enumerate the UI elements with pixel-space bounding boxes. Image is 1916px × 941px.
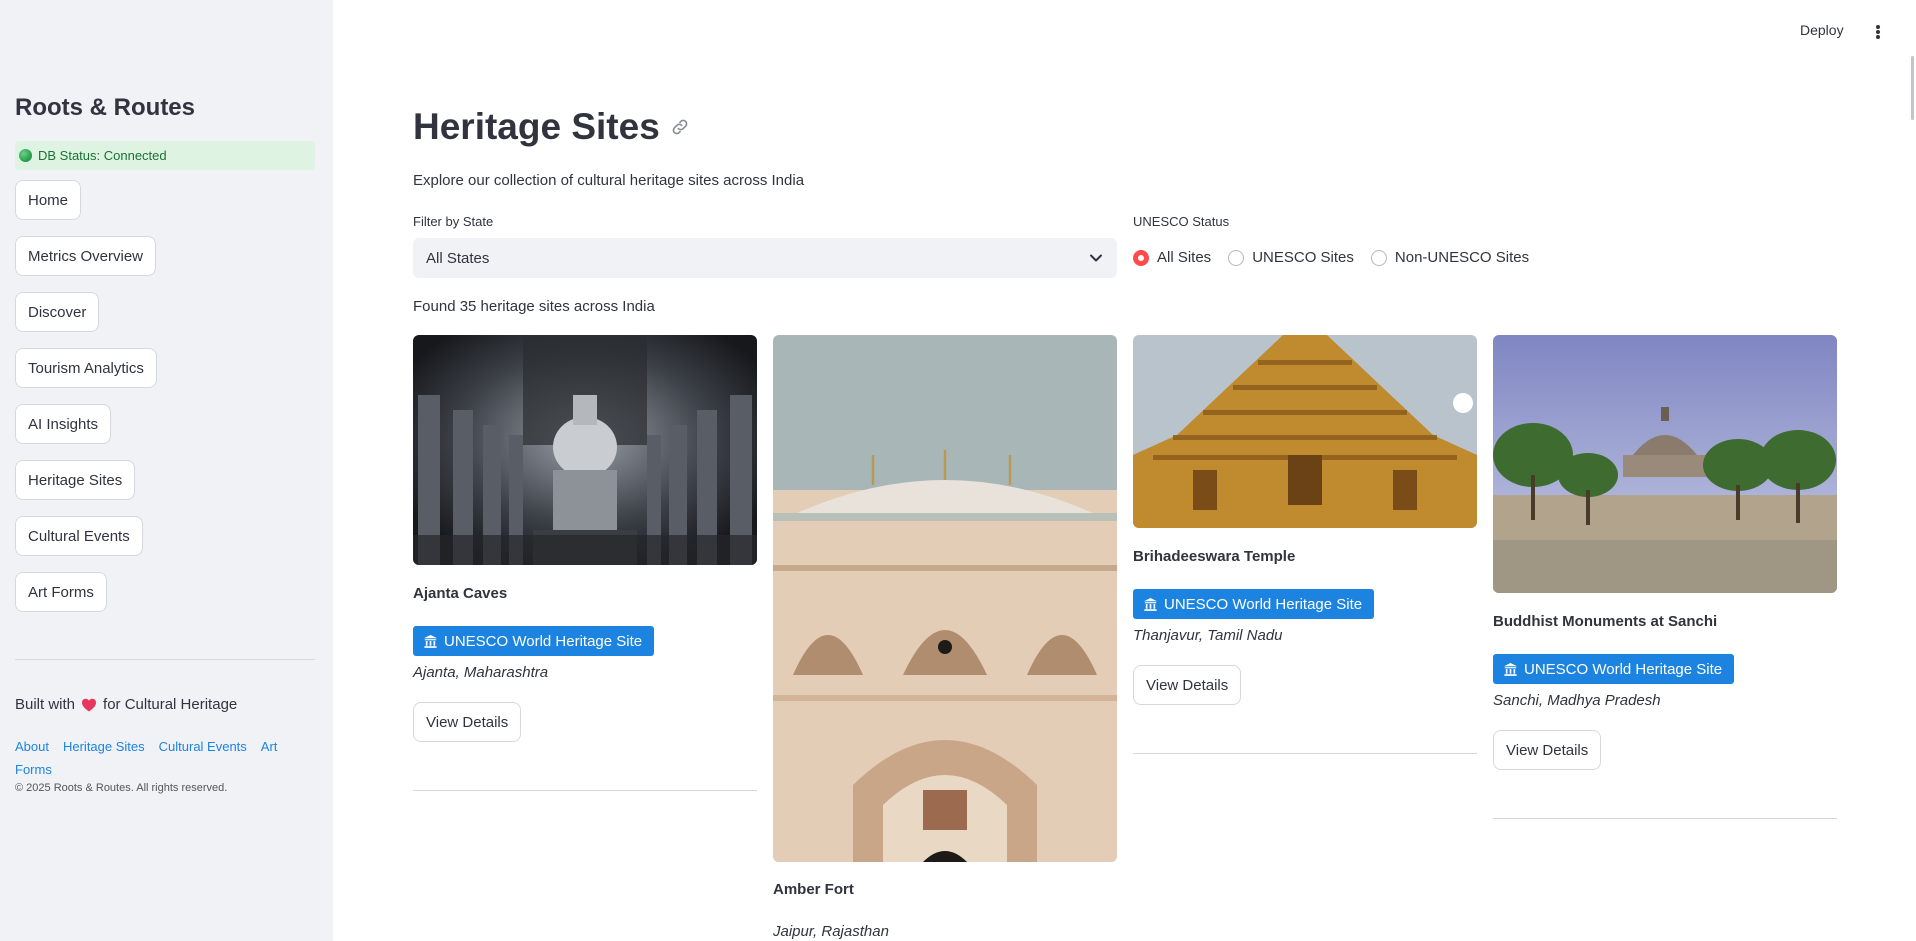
nav-heritage-sites-button[interactable]: Heritage Sites — [15, 460, 136, 500]
radio-dot — [1133, 249, 1149, 266]
link-icon[interactable] — [670, 117, 690, 137]
deploy-button[interactable]: Deploy — [1800, 22, 1844, 38]
site-location: Jaipur, Rajasthan — [773, 923, 889, 940]
unesco-badge: UNESCO World Heritage Site — [1493, 654, 1735, 684]
nav-discover-button[interactable]: Discover — [15, 292, 100, 332]
unesco-badge-text: UNESCO World Heritage Site — [1164, 595, 1363, 613]
sidebar: Roots & Routes DB Status: Connected Home… — [0, 0, 333, 941]
built-with-text: Built with for Cultural Heritage — [15, 696, 237, 713]
card-divider — [1493, 818, 1837, 819]
page-subtitle: Explore our collection of cultural herit… — [413, 172, 805, 189]
site-name: Amber Fort — [773, 881, 854, 898]
radio-label: All Sites — [1157, 249, 1212, 266]
db-status-banner: DB Status: Connected — [15, 141, 315, 170]
copyright-text: © 2025 Roots & Routes. All rights reserv… — [15, 782, 228, 794]
card-divider — [413, 790, 757, 791]
scrollbar-thumb[interactable] — [1911, 56, 1914, 120]
radio-dot — [1228, 249, 1245, 266]
nav-tourism-analytics-button[interactable]: Tourism Analytics — [15, 348, 157, 388]
nav-cultural-events-button[interactable]: Cultural Events — [15, 516, 143, 556]
chevron-down-icon — [1090, 254, 1102, 262]
nav-home-button[interactable]: Home — [15, 180, 82, 220]
unesco-badge: UNESCO World Heritage Site — [1133, 589, 1375, 619]
radio-unesco-sites[interactable]: UNESCO Sites — [1228, 249, 1354, 266]
footer-link-cultural-events[interactable]: Cultural Events — [159, 739, 247, 754]
site-location: Sanchi, Madhya Pradesh — [1493, 692, 1661, 709]
footer-link-heritage-sites[interactable]: Heritage Sites — [63, 739, 145, 754]
site-location: Ajanta, Maharashtra — [413, 664, 549, 681]
db-status-text: DB Status: Connected — [38, 148, 167, 163]
footer-link-about[interactable]: About — [15, 739, 49, 754]
radio-label: Non-UNESCO Sites — [1394, 249, 1530, 266]
nav-art-forms-button[interactable]: Art Forms — [15, 572, 107, 612]
page-title: Heritage Sites — [413, 106, 690, 148]
sanchi-monuments-image — [1493, 335, 1837, 593]
card-divider — [1133, 753, 1477, 754]
classical-building-icon — [1143, 597, 1158, 611]
green-circle-icon — [19, 149, 32, 162]
view-details-button[interactable]: View Details — [413, 702, 522, 742]
built-with-suffix: for Cultural Heritage — [103, 696, 238, 713]
filter-state-label: Filter by State — [413, 214, 494, 229]
results-count-text: Found 35 heritage sites across India — [413, 298, 655, 315]
nav-metrics-overview-button[interactable]: Metrics Overview — [15, 236, 157, 276]
view-details-button[interactable]: View Details — [1133, 665, 1242, 705]
amber-fort-image — [773, 335, 1117, 862]
unesco-badge-text: UNESCO World Heritage Site — [444, 632, 643, 650]
site-name: Ajanta Caves — [413, 585, 508, 602]
radio-label: UNESCO Sites — [1252, 249, 1354, 266]
brihadeeswara-temple-image — [1133, 335, 1477, 528]
nav-ai-insights-button[interactable]: AI Insights — [15, 404, 112, 444]
classical-building-icon — [423, 634, 438, 648]
unesco-badge: UNESCO World Heritage Site — [413, 626, 655, 656]
radio-dot — [1370, 249, 1387, 266]
unesco-status-label: UNESCO Status — [1133, 214, 1230, 229]
unesco-badge-text: UNESCO World Heritage Site — [1524, 660, 1723, 678]
brand-title: Roots & Routes — [15, 94, 195, 121]
sidebar-divider — [15, 659, 315, 660]
page-title-text: Heritage Sites — [413, 106, 660, 147]
view-details-button[interactable]: View Details — [1493, 730, 1602, 770]
heart-icon — [81, 697, 97, 713]
footer-links: About Heritage Sites Cultural Events Art Fo… — [15, 735, 305, 781]
built-with-prefix: Built with — [15, 696, 76, 713]
site-name: Brihadeeswara Temple — [1133, 548, 1296, 565]
kebab-menu-icon[interactable] — [1870, 22, 1886, 42]
classical-building-icon — [1503, 662, 1518, 676]
state-select[interactable]: All States — [413, 238, 1117, 278]
site-location: Thanjavur, Tamil Nadu — [1133, 627, 1283, 644]
unesco-radio-group: All Sites UNESCO Sites Non-UNESCO Sites — [1133, 249, 1546, 266]
radio-all-sites[interactable]: All Sites — [1133, 249, 1211, 266]
radio-non-unesco-sites[interactable]: Non-UNESCO Sites — [1370, 249, 1530, 266]
ajanta-caves-image — [413, 335, 757, 565]
site-name: Buddhist Monuments at Sanchi — [1493, 613, 1718, 630]
state-select-value: All States — [426, 249, 490, 267]
